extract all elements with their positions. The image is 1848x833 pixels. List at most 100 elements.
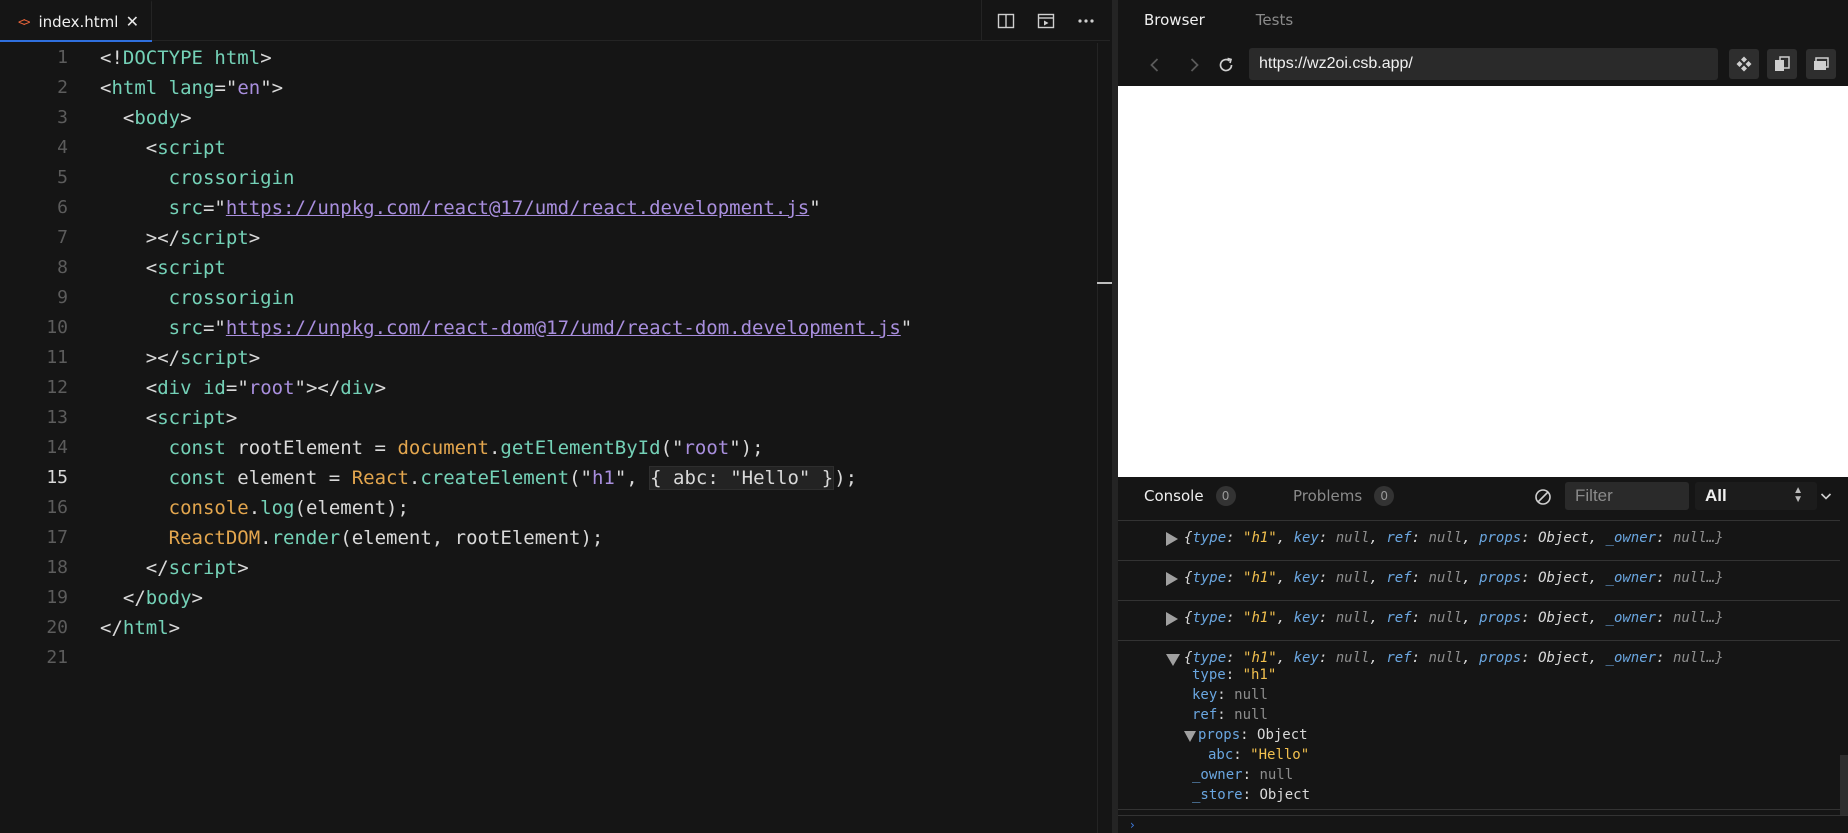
code-token: root (248, 377, 295, 399)
open-preview-icon[interactable] (1026, 0, 1066, 41)
prop-ref: ref: null (1192, 707, 1268, 723)
console-scroll-thumb[interactable] (1840, 755, 1848, 815)
tab-browser[interactable]: Browser (1144, 11, 1205, 29)
collapse-arrow-icon[interactable] (1166, 654, 1180, 666)
line-content: <!DOCTYPE html> (100, 43, 272, 73)
tab-problems[interactable]: Problems 0 (1293, 477, 1395, 515)
line-content: <body> (100, 103, 192, 133)
tab-index-html[interactable]: <> index.html ✕ (0, 0, 152, 42)
line-number: 5 (57, 167, 68, 188)
log-entry-expanded[interactable]: {type: "h1", key: null, ref: null, props… (1118, 640, 1840, 810)
code-token: const (168, 437, 226, 459)
tab-tests[interactable]: Tests (1256, 11, 1293, 29)
close-tab-icon[interactable]: ✕ (126, 12, 139, 31)
log-summary: {type: "h1", key: null, ref: null, props… (1184, 610, 1724, 626)
code-token: script (157, 137, 226, 159)
code-line[interactable]: 4 <script (0, 133, 1095, 163)
code-token: ); (834, 467, 858, 489)
code-token: script (157, 407, 226, 429)
code-token: " (809, 197, 821, 219)
chevron-down-icon[interactable] (1818, 488, 1834, 504)
expand-arrow-icon[interactable] (1166, 572, 1178, 586)
code-line[interactable]: 14 const rootElement = document.getEleme… (0, 433, 1095, 463)
code-line[interactable]: 1 <!DOCTYPE html> (0, 43, 1095, 73)
editor-scrollbar[interactable] (1097, 43, 1110, 833)
code-line[interactable]: 5 crossorigin (0, 163, 1095, 193)
devtools-icon[interactable] (1729, 49, 1759, 79)
code-line[interactable]: 3 <body> (0, 103, 1095, 133)
line-content: <html lang="en"> (100, 73, 283, 103)
prop-props[interactable]: props: Object (1198, 727, 1308, 743)
browser-nav-bar (1118, 44, 1848, 84)
code-line[interactable]: 13 <script> (0, 403, 1095, 433)
back-icon[interactable] (1142, 52, 1168, 78)
code-line[interactable]: 12 <div id="root"></div> (0, 373, 1095, 403)
code-token: body (145, 587, 192, 609)
filter-input[interactable] (1565, 482, 1689, 510)
code-line[interactable]: 8 <script (0, 253, 1095, 283)
code-line[interactable]: 2 <html lang="en"> (0, 73, 1095, 103)
open-in-new-window-icon[interactable] (1767, 49, 1797, 79)
console-log-list[interactable]: {type: "h1", key: null, ref: null, props… (1118, 520, 1840, 820)
line-number: 12 (46, 377, 68, 398)
log-level-select[interactable]: All ▲ ▼ (1695, 482, 1817, 510)
code-line[interactable]: 11 ></script> (0, 343, 1095, 373)
line-content: <script (100, 253, 226, 283)
log-summary: {type: "h1", key: null, ref: null, props… (1184, 530, 1724, 546)
code-token: (element); (294, 497, 409, 519)
code-token: script (157, 257, 226, 279)
code-line[interactable]: 15 const element = React.createElement("… (0, 463, 1095, 493)
code-line[interactable]: 19 </body> (0, 583, 1095, 613)
code-token: html (122, 617, 169, 639)
line-content: crossorigin (100, 283, 295, 313)
split-editor-icon[interactable] (986, 0, 1026, 41)
tab-label: index.html (38, 12, 119, 31)
code-line[interactable]: 9 crossorigin (0, 283, 1095, 313)
code-editor[interactable]: <> index.html ✕ 1 <!DOCTYPE html> 2 <html l… (0, 0, 1113, 833)
tab-console[interactable]: Console 0 (1144, 477, 1236, 515)
expand-arrow-icon[interactable] (1166, 612, 1178, 626)
line-content: const rootElement = document.getElementB… (100, 433, 764, 463)
code-token: <! (100, 47, 123, 69)
line-number: 11 (46, 347, 68, 368)
code-line[interactable]: 10 src="https://unpkg.com/react-dom@17/u… (0, 313, 1095, 343)
browser-viewport[interactable] (1118, 86, 1848, 477)
refresh-icon[interactable] (1213, 52, 1239, 78)
code-token: script (180, 347, 249, 369)
log-entry[interactable]: {type: "h1", key: null, ref: null, props… (1118, 600, 1840, 640)
log-entry[interactable]: {type: "h1", key: null, ref: null, props… (1118, 560, 1840, 600)
code-line[interactable]: 18 </script> (0, 553, 1095, 583)
expand-arrow-icon[interactable] (1166, 532, 1178, 546)
code-line[interactable]: 17 ReactDOM.render(element, rootElement)… (0, 523, 1095, 553)
code-token: element = (225, 467, 352, 489)
code-area[interactable]: 1 <!DOCTYPE html> 2 <html lang="en"> 3 <body… (0, 43, 1095, 833)
console-input[interactable]: › (1118, 815, 1848, 833)
forward-icon[interactable] (1181, 52, 1207, 78)
line-number: 10 (46, 317, 68, 338)
code-line[interactable]: 7 ></script> (0, 223, 1095, 253)
code-token: lang (168, 77, 215, 99)
code-line[interactable]: 20 </html> (0, 613, 1095, 643)
code-token: script (180, 227, 249, 249)
collapse-props-arrow-icon[interactable] (1184, 731, 1196, 742)
code-line[interactable]: 6 src="https://unpkg.com/react@17/umd/re… (0, 193, 1095, 223)
code-line[interactable]: 21 (0, 643, 1095, 673)
updown-arrows-icon: ▲ ▼ (1793, 485, 1803, 505)
code-token: < (100, 107, 135, 129)
url-input[interactable] (1249, 48, 1718, 80)
more-options-icon[interactable] (1066, 0, 1106, 41)
windows-icon[interactable] (1806, 49, 1836, 79)
log-summary: {type: "h1", key: null, ref: null, props… (1184, 570, 1724, 586)
clear-console-icon[interactable] (1533, 487, 1553, 507)
line-number: 8 (57, 257, 68, 278)
log-entry[interactable]: {type: "h1", key: null, ref: null, props… (1118, 520, 1840, 560)
line-number: 9 (57, 287, 68, 308)
code-line[interactable]: 16 console.log(element); (0, 493, 1095, 523)
code-token: . (260, 527, 272, 549)
prop-store[interactable]: _store: Object (1192, 787, 1310, 803)
